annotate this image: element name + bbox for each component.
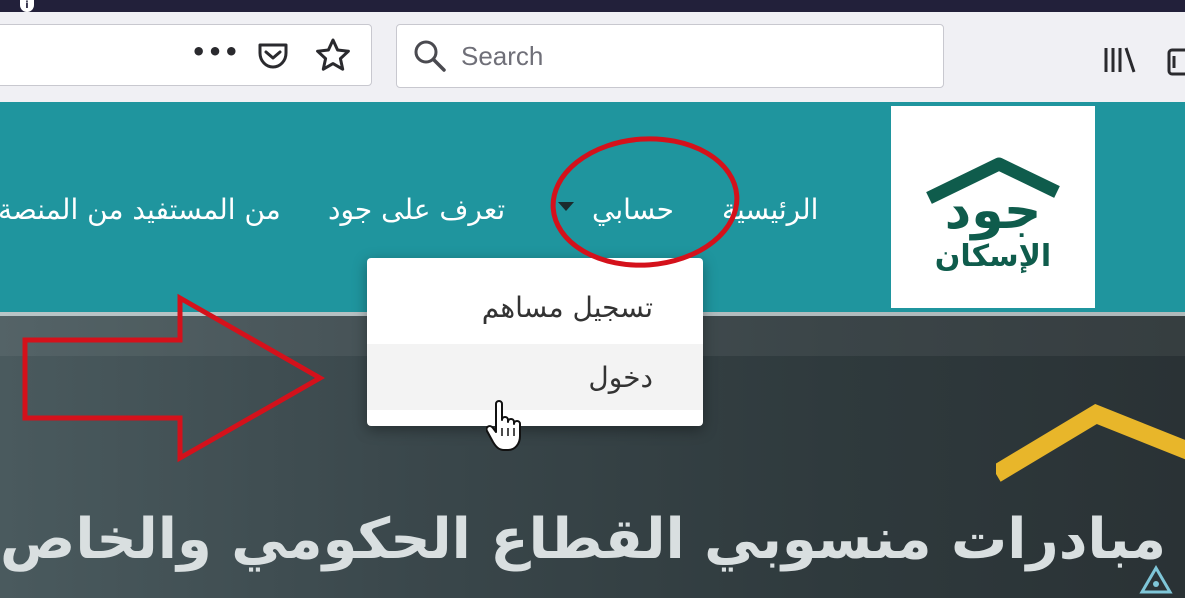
hero-title: مبادرات منسوبي القطاع الحكومي والخاص bbox=[0, 507, 1166, 572]
roof-graphic-icon bbox=[996, 404, 1185, 482]
search-placeholder: Search bbox=[461, 41, 544, 71]
browser-toolbar: ••• Search bbox=[0, 12, 1185, 103]
sidebar-icon[interactable] bbox=[1166, 46, 1185, 78]
svg-text:الإسكان: الإسكان bbox=[935, 239, 1051, 274]
window-top-bar: i bbox=[0, 0, 1185, 12]
caret-down-icon[interactable] bbox=[558, 202, 574, 211]
site-logo[interactable]: جود الإسكان bbox=[891, 106, 1095, 308]
jood-eskan-logo: جود الإسكان bbox=[926, 157, 1060, 274]
library-icon[interactable] bbox=[1100, 42, 1140, 82]
bookmark-star-icon[interactable] bbox=[313, 35, 353, 75]
dropdown-item-login[interactable]: دخول bbox=[373, 358, 653, 398]
hand-cursor-icon bbox=[486, 400, 521, 451]
address-bar[interactable]: ••• bbox=[0, 24, 372, 86]
search-input[interactable]: Search bbox=[396, 24, 944, 88]
pocket-icon[interactable] bbox=[255, 37, 291, 73]
more-icon[interactable]: ••• bbox=[191, 35, 239, 75]
nav-item-home[interactable]: الرئيسية bbox=[722, 190, 818, 230]
nav-item-about[interactable]: تعرف على جود bbox=[328, 190, 505, 230]
svg-text:جود: جود bbox=[945, 181, 1042, 241]
dropdown-item-register[interactable]: تسجيل مساهم bbox=[373, 288, 653, 328]
nav-item-account[interactable]: حسابي bbox=[592, 190, 674, 230]
watermark-logo-icon bbox=[1139, 565, 1173, 594]
nav-item-beneficiary[interactable]: من المستفيد من المنصة bbox=[0, 190, 281, 230]
account-dropdown-menu: تسجيل مساهم دخول bbox=[367, 258, 703, 426]
search-icon bbox=[414, 40, 446, 72]
info-icon: i bbox=[20, 0, 34, 12]
